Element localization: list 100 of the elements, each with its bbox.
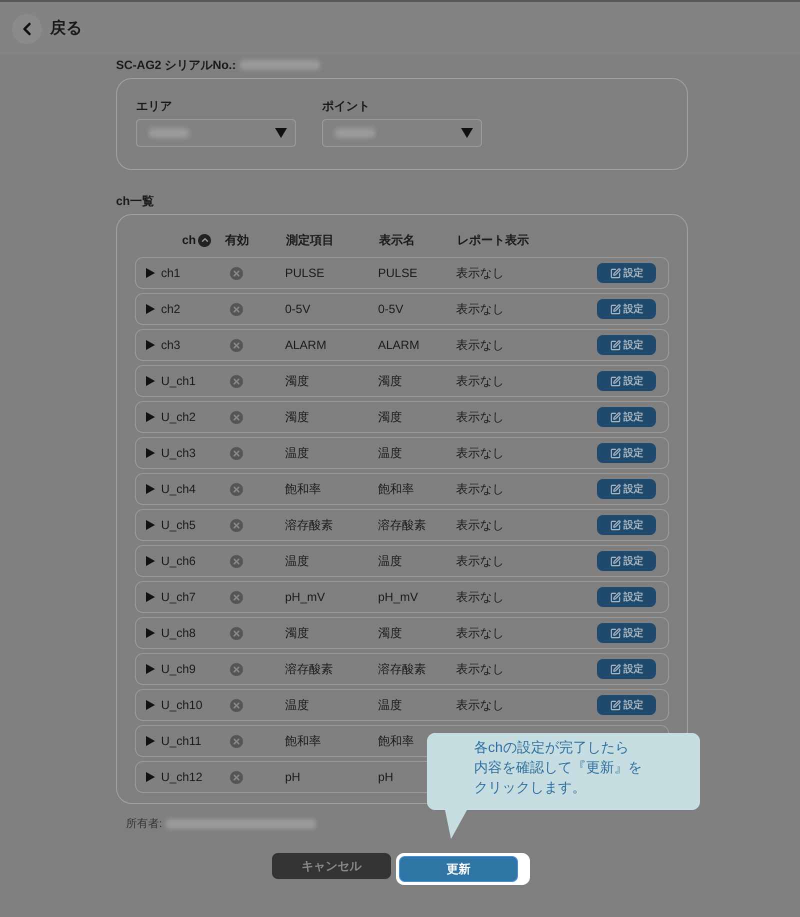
expand-icon[interactable] — [146, 304, 155, 314]
edit-icon — [610, 556, 620, 566]
settings-button[interactable]: 設定 — [597, 335, 656, 355]
channel-name: U_ch1 — [161, 373, 197, 390]
channel-name: U_ch3 — [161, 445, 197, 462]
display-name-cell-text: pH_mV — [378, 589, 420, 606]
settings-button[interactable]: 設定 — [597, 695, 656, 715]
channel-row[interactable]: U_ch5 溶存酸素 溶存酸素 表示なし 設定 — [135, 509, 669, 541]
disabled-icon — [230, 482, 243, 496]
expand-icon[interactable] — [146, 376, 155, 386]
callout-text: 内容を確認して『更新』を — [474, 758, 643, 777]
report-cell-text: 表示なし — [456, 517, 505, 534]
channel-row[interactable]: U_ch6 温度 温度 表示なし 設定 — [135, 545, 669, 577]
edit-icon — [610, 412, 620, 422]
channel-name: U_ch4 — [161, 481, 197, 498]
channel-row[interactable]: U_ch10 温度 温度 表示なし 設定 — [135, 689, 669, 721]
report-cell-text: 表示なし — [456, 481, 505, 498]
back-button[interactable] — [12, 14, 42, 44]
settings-button[interactable]: 設定 — [597, 551, 656, 571]
select-field[interactable] — [322, 119, 482, 147]
expand-icon[interactable] — [146, 556, 155, 566]
expand-icon[interactable] — [146, 772, 155, 782]
edit-icon — [610, 304, 620, 314]
column-header: 測定項目 — [286, 232, 335, 249]
dropdown-arrow-icon — [275, 128, 287, 138]
back-label[interactable]: 戻る — [50, 16, 82, 40]
settings-button[interactable]: 設定 — [597, 659, 656, 679]
measure-cell-text: 0-5V — [285, 301, 312, 318]
disabled-icon — [230, 626, 243, 640]
display-name-cell-text: 温度 — [378, 697, 403, 714]
cancel-button[interactable]: キャンセル — [272, 852, 391, 878]
settings-button[interactable]: 設定 — [597, 443, 656, 463]
expand-icon[interactable] — [146, 448, 155, 458]
channel-name: U_ch8 — [161, 625, 197, 642]
expand-icon[interactable] — [146, 664, 155, 674]
serial-label: SC-AG2 シリアルNo.: — [116, 57, 236, 74]
update-button[interactable]: 更新 — [399, 856, 518, 882]
settings-button[interactable]: 設定 — [597, 515, 656, 535]
measure-cell-text: 溶存酸素 — [285, 517, 334, 534]
report-cell-text: 表示なし — [456, 589, 505, 606]
disabled-icon — [230, 446, 243, 460]
dropdown-arrow-icon — [461, 128, 473, 138]
settings-button[interactable]: 設定 — [597, 371, 656, 391]
disabled-icon — [230, 266, 243, 280]
disabled-icon — [230, 518, 243, 532]
channel-name: U_ch12 — [161, 769, 204, 786]
select-field[interactable] — [136, 119, 296, 147]
channel-row[interactable]: ch1 PULSE PULSE 表示なし 設定 — [135, 257, 669, 289]
expand-icon[interactable] — [146, 340, 155, 350]
display-name-cell-text: PULSE — [378, 265, 418, 282]
report-cell-text: 表示なし — [456, 445, 505, 462]
column-header: 表示名 — [379, 232, 416, 249]
channel-row[interactable]: U_ch3 温度 温度 表示なし 設定 — [135, 437, 669, 469]
disabled-icon — [230, 554, 243, 568]
settings-button[interactable]: 設定 — [597, 587, 656, 607]
channel-name: U_ch11 — [161, 733, 202, 750]
disabled-icon — [230, 374, 243, 388]
channel-row[interactable]: U_ch2 濁度 濁度 表示なし 設定 — [135, 401, 669, 433]
report-cell-text: 表示なし — [456, 337, 505, 354]
disabled-icon — [230, 338, 243, 352]
settings-button[interactable]: 設定 — [597, 479, 656, 499]
settings-button[interactable]: 設定 — [597, 299, 656, 319]
display-name-cell-text: 溶存酸素 — [378, 517, 427, 534]
measure-cell-text: 温度 — [285, 697, 310, 714]
expand-icon[interactable] — [146, 736, 155, 746]
sort-icon[interactable] — [198, 234, 211, 246]
channel-row[interactable]: U_ch7 pH_mV pH_mV 表示なし 設定 — [135, 581, 669, 613]
expand-icon[interactable] — [146, 592, 155, 602]
measure-cell-text: 濁度 — [285, 625, 310, 642]
settings-button[interactable]: 設定 — [597, 407, 656, 427]
edit-icon — [610, 484, 620, 494]
report-cell-text: 表示なし — [456, 301, 505, 318]
expand-icon[interactable] — [146, 520, 155, 530]
disabled-icon — [230, 770, 243, 784]
settings-button[interactable]: 設定 — [597, 623, 656, 643]
channel-row[interactable]: U_ch1 濁度 濁度 表示なし 設定 — [135, 365, 669, 397]
expand-icon[interactable] — [146, 628, 155, 638]
report-cell-text: 表示なし — [456, 553, 505, 570]
display-name-cell-text: pH — [378, 769, 394, 786]
channel-name: U_ch9 — [161, 661, 197, 678]
measure-cell-text: 温度 — [285, 553, 310, 570]
channel-row[interactable]: U_ch8 濁度 濁度 表示なし 設定 — [135, 617, 669, 649]
channel-row[interactable]: U_ch9 溶存酸素 溶存酸素 表示なし 設定 — [135, 653, 669, 685]
channel-row[interactable]: ch2 0-5V 0-5V 表示なし 設定 — [135, 293, 669, 325]
channel-row[interactable]: ch3 ALARM ALARM 表示なし 設定 — [135, 329, 669, 361]
expand-icon[interactable] — [146, 700, 155, 710]
expand-icon[interactable] — [146, 268, 155, 278]
channel-row[interactable]: U_ch4 飽和率 飽和率 表示なし 設定 — [135, 473, 669, 505]
channel-name: U_ch5 — [161, 517, 197, 534]
measure-cell-text: 濁度 — [285, 373, 310, 390]
edit-icon — [610, 664, 620, 674]
column-header[interactable]: ch — [182, 231, 196, 249]
report-cell-text: 表示なし — [456, 265, 505, 282]
expand-icon[interactable] — [146, 484, 155, 494]
settings-button[interactable]: 設定 — [597, 263, 656, 283]
channel-name: U_ch2 — [161, 409, 197, 426]
expand-icon[interactable] — [146, 412, 155, 422]
report-cell-text: 表示なし — [456, 373, 505, 390]
disabled-icon — [230, 662, 243, 676]
edit-icon — [610, 592, 620, 602]
